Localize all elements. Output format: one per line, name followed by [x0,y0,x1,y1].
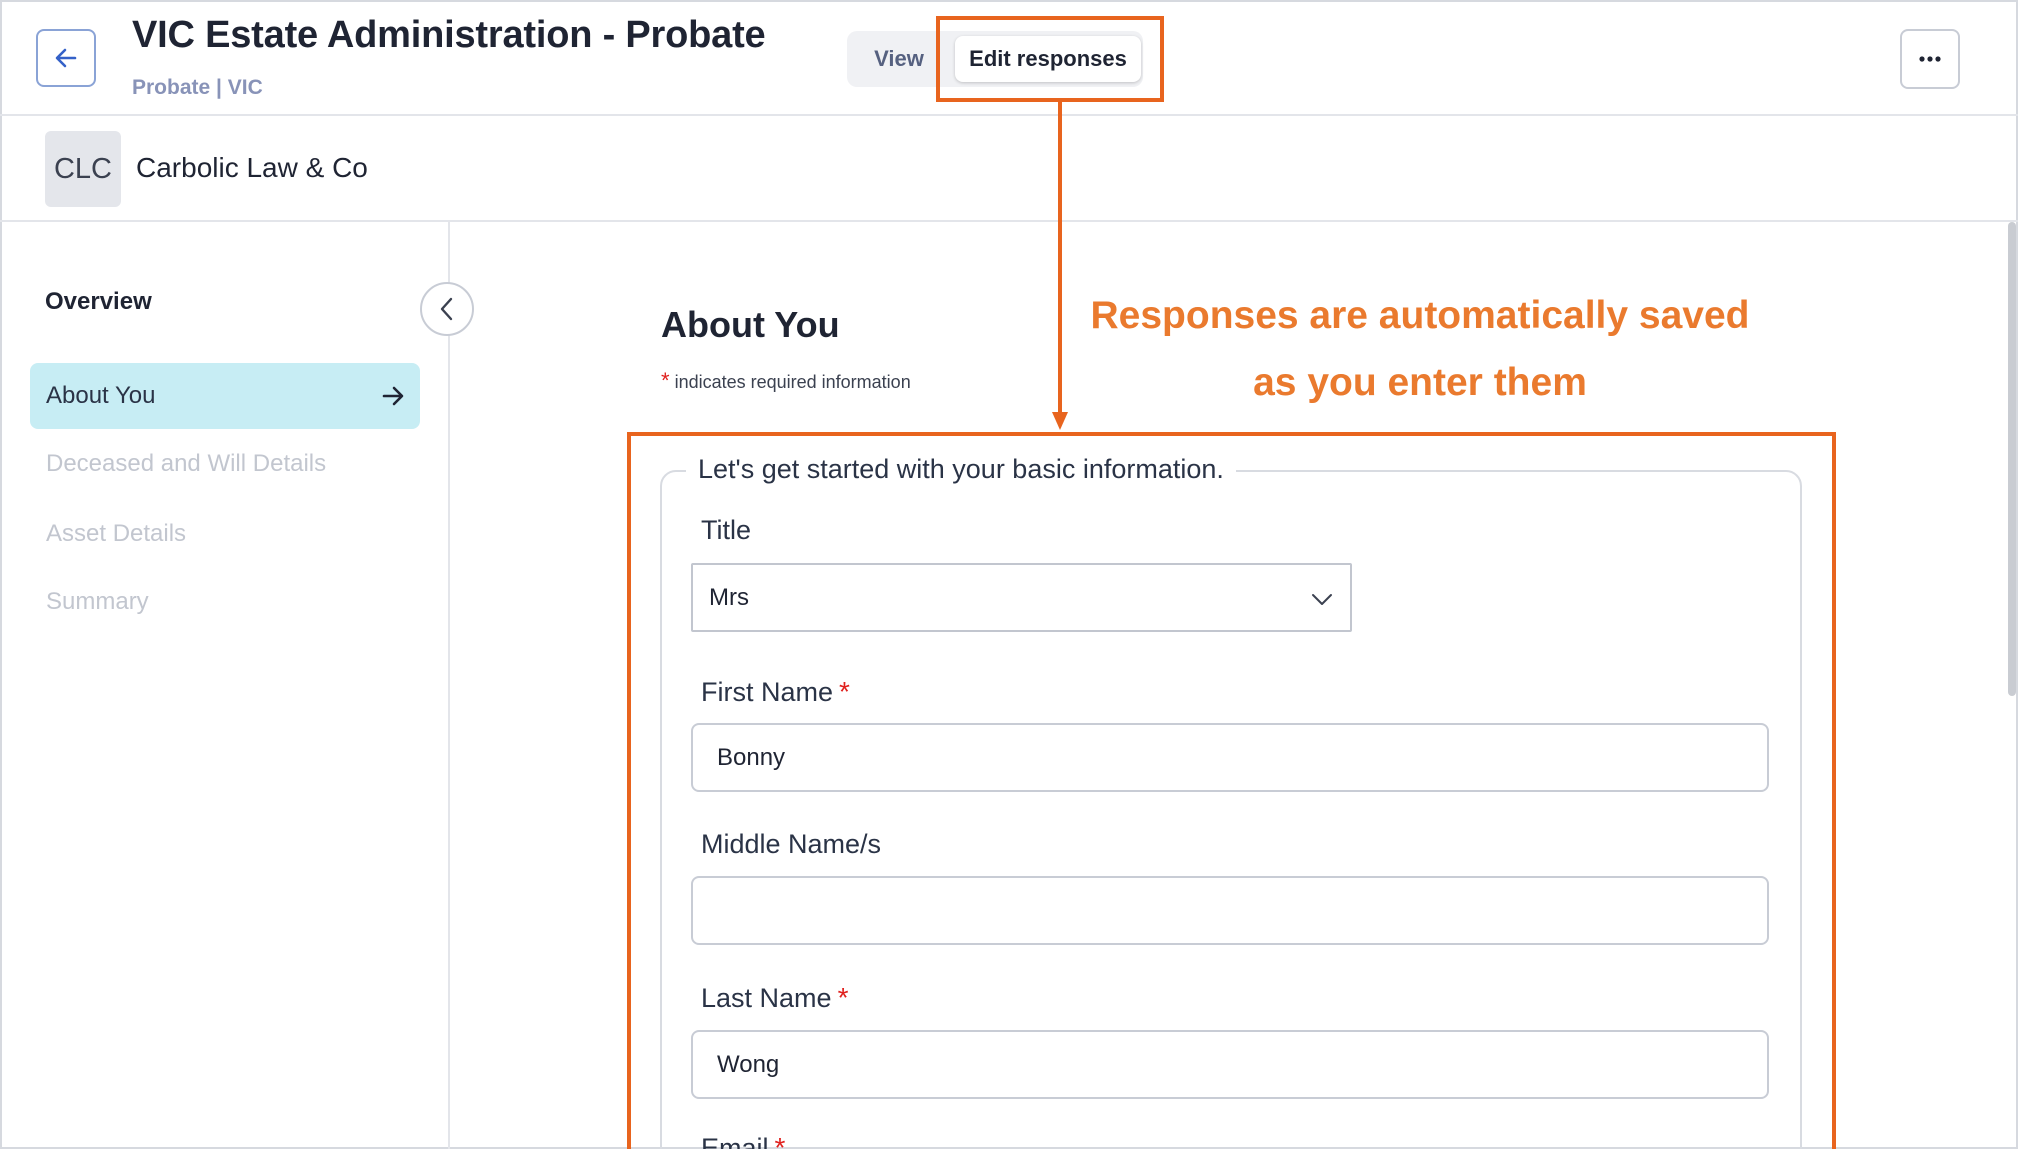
page-title: VIC Estate Administration - Probate [132,14,766,56]
sidebar-heading: Overview [45,288,152,315]
sidebar-item-asset-details[interactable]: Asset Details [30,501,420,567]
chevron-left-icon [440,297,453,321]
required-info-note: * indicates required information [661,368,911,394]
form-highlight-box [627,432,1836,1149]
required-note-text: indicates required information [674,372,911,392]
sidebar-item-summary[interactable]: Summary [30,569,420,635]
annotation-callout: Responses are automatically saved as you… [1060,282,1780,416]
sidebar: Overview About You Deceased and Will Det… [0,222,450,1149]
firm-bar: CLC Carbolic Law & Co [0,116,2018,222]
edit-button-highlight-box [936,16,1164,102]
arrow-left-icon [55,48,77,68]
app-header: VIC Estate Administration - Probate Prob… [0,0,2018,116]
annotation-line-1: Responses are automatically saved [1090,294,1750,337]
annotation-arrow [1052,102,1068,430]
arrow-right-icon [382,386,404,406]
annotation-line-2: as you enter them [1253,361,1587,404]
firm-avatar: CLC [45,131,121,207]
breadcrumb: Probate | VIC [132,76,263,99]
sidebar-item-about-you[interactable]: About You [30,363,420,429]
required-marker: * [661,368,670,393]
back-button[interactable] [36,29,96,87]
section-title: About You [661,304,840,345]
more-options-button[interactable] [1900,29,1960,89]
scrollbar[interactable] [2008,222,2016,696]
firm-name: Carbolic Law & Co [136,152,368,183]
sidebar-item-label: Summary [46,588,149,615]
sidebar-item-label: Deceased and Will Details [46,450,327,477]
sidebar-item-deceased-and-will-details[interactable]: Deceased and Will Details [30,431,420,497]
sidebar-item-label: About You [46,382,156,409]
ellipsis-icon [1919,56,1941,62]
sidebar-item-label: Asset Details [46,520,187,547]
collapse-sidebar-button[interactable] [420,282,474,336]
